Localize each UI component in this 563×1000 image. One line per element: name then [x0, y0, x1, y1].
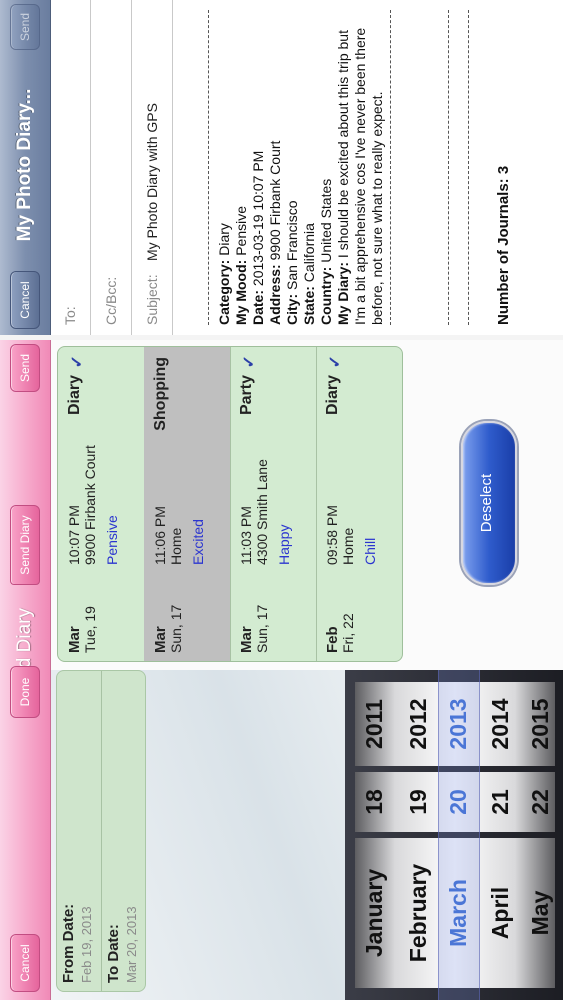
mail-send-button[interactable]: Send: [10, 4, 40, 50]
day-option[interactable]: 21: [487, 772, 514, 832]
address-label: Address:: [267, 264, 283, 325]
journal-row[interactable]: Mar Sun, 17 11:06 PM Home Excited Shoppi…: [144, 347, 231, 661]
divider: [448, 10, 449, 325]
send-button[interactable]: Send: [10, 344, 40, 392]
city-label: City:: [284, 293, 300, 325]
send-diary-back-button[interactable]: Send Diary: [10, 505, 40, 585]
journal-day: Sun, 17: [254, 604, 270, 653]
mail-body[interactable]: Category: Diary My Mood: Pensive Date: 2…: [216, 10, 386, 325]
checkmark-icon: ✓: [241, 355, 258, 369]
cc-bcc-label: Cc/Bcc:: [103, 276, 119, 325]
mail-cancel-button[interactable]: Cancel: [10, 271, 40, 329]
picker-selection-bar: [438, 670, 480, 1000]
state-value: California: [301, 223, 317, 287]
journal-mood: Excited: [190, 519, 206, 565]
journal-day: Sun, 17: [168, 604, 184, 653]
mail-navbar: Cancel My Photo Diary... Send: [0, 0, 51, 335]
journal-category: Shopping: [152, 357, 169, 431]
divider: [208, 10, 209, 325]
subject-value[interactable]: My Photo Diary with GPS: [144, 103, 160, 261]
date-fields: From Date: Feb 19, 2013 To Date: Mar 20,…: [56, 670, 146, 992]
journal-month: Mar: [238, 626, 255, 653]
cc-bcc-field[interactable]: Cc/Bcc:: [91, 0, 132, 335]
year-option[interactable]: 2012: [405, 682, 432, 766]
from-date-value: Feb 19, 2013: [79, 906, 94, 983]
journal-month: Mar: [66, 626, 83, 653]
journal-count: Number of Journals: 3: [495, 165, 512, 325]
checkmark-icon: ✓: [69, 355, 86, 369]
mood-value: Pensive: [233, 205, 249, 260]
journal-category: Party: [238, 375, 255, 416]
country-value: United States: [318, 178, 334, 267]
cancel-button[interactable]: Cancel: [10, 934, 40, 992]
journal-time: 11:06 PM: [152, 506, 168, 565]
send-diary-screen: Cancel Send Diary Done Send Diary Send F…: [0, 340, 563, 1000]
journal-category: Diary: [324, 375, 341, 416]
from-date-field[interactable]: From Date: Feb 19, 2013: [57, 671, 101, 991]
journal-day: Fri, 22: [340, 613, 356, 653]
category-value: Diary: [216, 223, 232, 260]
day-option[interactable]: 18: [361, 772, 388, 832]
journal-month: Feb: [324, 626, 341, 653]
journal-address: Home: [340, 527, 356, 565]
to-field[interactable]: To:: [50, 0, 91, 335]
journal-category: Diary: [66, 375, 83, 416]
subject-label: Subject:: [144, 274, 160, 325]
journal-day: Tue, 19: [82, 606, 98, 653]
journal-table: Mar Tue, 19 10:07 PM 9900 Firbank Court …: [57, 346, 403, 662]
journal-address: 4300 Smith Lane: [254, 459, 270, 565]
year-option[interactable]: 2011: [361, 682, 388, 766]
deselect-button[interactable]: Deselect: [461, 421, 517, 585]
journal-time: 10:07 PM: [66, 505, 82, 565]
month-option[interactable]: January: [361, 838, 388, 988]
month-option[interactable]: February: [405, 838, 432, 988]
date-picker[interactable]: January February March April May 18 19 2…: [345, 670, 563, 1000]
journal-month: Mar: [152, 626, 169, 653]
mail-composer-screen: Cancel My Photo Diary... Send To: Cc/Bcc…: [0, 0, 563, 335]
to-label: To:: [62, 306, 78, 325]
diary-label: My Diary:: [335, 261, 351, 325]
journal-time: 11:03 PM: [238, 506, 254, 565]
mood-label: My Mood:: [233, 259, 249, 325]
journal-mood: Happy: [276, 524, 292, 565]
date-range-panel: From Date: Feb 19, 2013 To Date: Mar 20,…: [51, 670, 563, 1000]
journal-time: 09:58 PM: [324, 505, 340, 565]
journal-row[interactable]: Mar Sun, 17 11:03 PM 4300 Smith Lane Hap…: [230, 347, 317, 661]
month-option[interactable]: April: [487, 838, 514, 988]
journal-list-panel: Mar Tue, 19 10:07 PM 9900 Firbank Court …: [51, 340, 563, 670]
journal-mood: Pensive: [104, 515, 120, 565]
done-button[interactable]: Done: [10, 666, 40, 718]
mail-title: My Photo Diary...: [14, 88, 35, 242]
country-label: Country:: [318, 266, 334, 325]
city-value: San Francisco: [284, 200, 300, 294]
day-option[interactable]: 19: [405, 772, 432, 832]
to-date-field[interactable]: To Date: Mar 20, 2013: [101, 671, 146, 991]
checkmark-icon: ✓: [327, 355, 344, 369]
day-option[interactable]: 22: [527, 772, 554, 832]
journal-row[interactable]: Mar Tue, 19 10:07 PM 9900 Firbank Court …: [58, 347, 145, 661]
state-label: State:: [301, 286, 317, 325]
year-option[interactable]: 2014: [487, 682, 514, 766]
month-option[interactable]: May: [527, 838, 554, 988]
to-date-label: To Date:: [105, 924, 122, 983]
journal-row[interactable]: Feb Fri, 22 09:58 PM Home Chill Diary ✓: [316, 347, 402, 661]
date-label: Date:: [250, 289, 266, 325]
year-option[interactable]: 2015: [527, 682, 554, 766]
journal-mood: Chill: [362, 537, 378, 565]
date-value: 2013-03-19 10:07 PM: [250, 150, 266, 290]
send-diary-navbar: Cancel Send Diary Done Send Diary Send: [0, 340, 51, 1000]
address-value: 9900 Firbank Court: [267, 140, 283, 265]
divider: [468, 10, 469, 325]
category-label: Category:: [216, 259, 232, 325]
journal-address: 9900 Firbank Court: [82, 445, 98, 565]
subject-field[interactable]: Subject: My Photo Diary with GPS: [132, 0, 173, 335]
divider: [390, 10, 391, 325]
journal-address: Home: [168, 527, 184, 565]
to-date-value: Mar 20, 2013: [124, 906, 139, 983]
from-date-label: From Date:: [60, 903, 77, 983]
